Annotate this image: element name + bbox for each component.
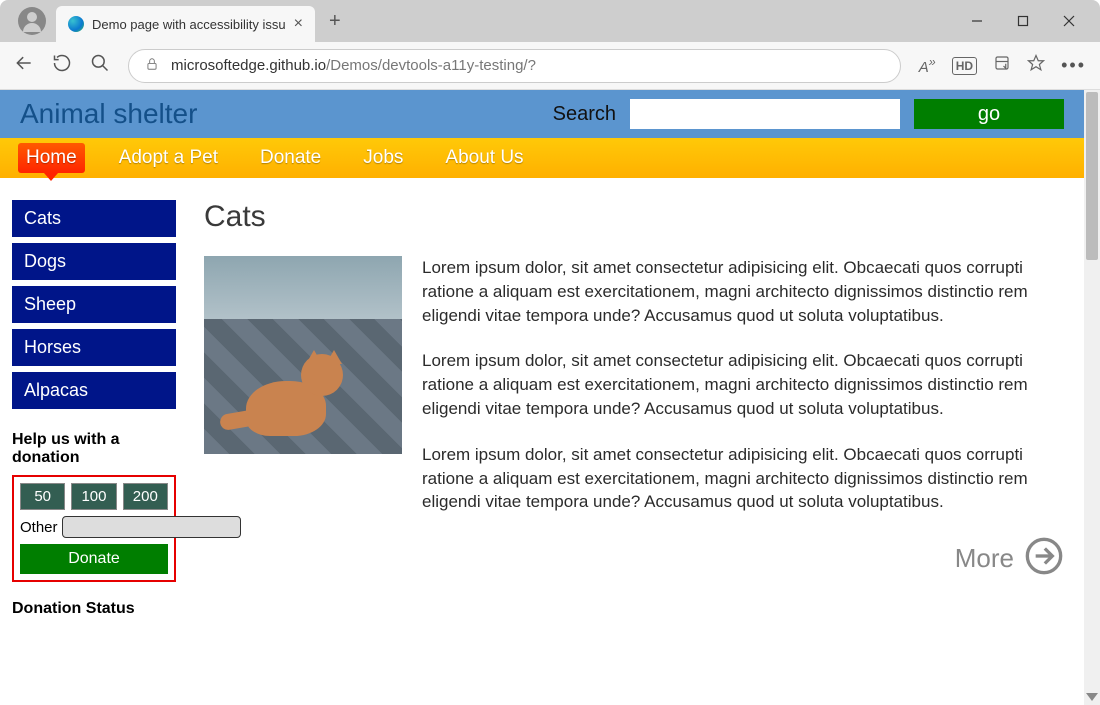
amount-200-button[interactable]: 200 xyxy=(123,483,168,510)
arrow-right-icon xyxy=(1024,536,1064,581)
amount-100-button[interactable]: 100 xyxy=(71,483,116,510)
site-header: Animal shelter Search go xyxy=(0,90,1084,138)
minimize-button[interactable] xyxy=(954,5,1000,37)
more-link[interactable]: More xyxy=(422,536,1064,581)
amount-50-button[interactable]: 50 xyxy=(20,483,65,510)
nav-donate[interactable]: Donate xyxy=(252,143,329,173)
sidebar-link-horses[interactable]: Horses xyxy=(12,329,176,366)
scrollbar[interactable] xyxy=(1084,90,1100,705)
tab-title: Demo page with accessibility issu xyxy=(92,17,286,32)
sidebar-link-sheep[interactable]: Sheep xyxy=(12,286,176,323)
address-bar[interactable]: microsoftedge.github.io/Demos/devtools-a… xyxy=(128,49,901,83)
nav-jobs[interactable]: Jobs xyxy=(355,143,411,173)
page-content: Animal shelter Search go Home Adopt a Pe… xyxy=(0,90,1084,618)
maximize-button[interactable] xyxy=(1000,5,1046,37)
donation-other-row: Other xyxy=(20,516,168,538)
nav-home[interactable]: Home xyxy=(18,143,85,173)
scrollbar-thumb[interactable] xyxy=(1086,92,1098,260)
sidebar-link-alpacas[interactable]: Alpacas xyxy=(12,372,176,409)
nav-about[interactable]: About Us xyxy=(437,143,531,173)
article-body: Lorem ipsum dolor, sit amet consectetur … xyxy=(204,256,1064,581)
search-button[interactable] xyxy=(90,53,110,78)
sidebar: Cats Dogs Sheep Horses Alpacas Help us w… xyxy=(12,200,176,618)
profile-icon[interactable] xyxy=(18,7,46,35)
new-tab-button[interactable]: + xyxy=(329,10,341,33)
donation-form: 50 100 200 Other Donate xyxy=(12,475,176,582)
other-label: Other xyxy=(20,519,58,536)
sidebar-link-cats[interactable]: Cats xyxy=(12,200,176,237)
site-title: Animal shelter xyxy=(20,98,197,130)
tab-close-button[interactable]: × xyxy=(294,15,303,33)
read-aloud-icon[interactable]: A» xyxy=(919,55,936,76)
search-label: Search xyxy=(553,103,616,126)
lock-icon xyxy=(145,57,171,75)
donation-heading: Help us with a donation xyxy=(12,431,176,467)
go-button[interactable]: go xyxy=(914,99,1064,129)
donation-status-heading: Donation Status xyxy=(12,600,176,618)
search-area: Search go xyxy=(553,99,1064,129)
url-host: microsoftedge.github.io xyxy=(171,57,326,74)
browser-tab[interactable]: Demo page with accessibility issu × xyxy=(56,6,315,42)
back-button[interactable] xyxy=(14,53,34,78)
title-bar: Demo page with accessibility issu × + xyxy=(0,0,1100,42)
toolbar: microsoftedge.github.io/Demos/devtools-a… xyxy=(0,42,1100,90)
favorite-icon[interactable] xyxy=(1027,54,1045,77)
more-label: More xyxy=(955,543,1014,574)
nav-adopt[interactable]: Adopt a Pet xyxy=(111,143,226,173)
browser-chrome: Demo page with accessibility issu × + mi… xyxy=(0,0,1100,90)
donation-amount-row: 50 100 200 xyxy=(20,483,168,510)
window-controls xyxy=(954,5,1092,37)
donate-button[interactable]: Donate xyxy=(20,544,168,574)
close-window-button[interactable] xyxy=(1046,5,1092,37)
scroll-down-icon[interactable] xyxy=(1086,691,1098,703)
settings-more-button[interactable]: ••• xyxy=(1061,55,1086,76)
content-area: Cats Dogs Sheep Horses Alpacas Help us w… xyxy=(0,178,1084,618)
article-heading: Cats xyxy=(204,200,1064,234)
refresh-button[interactable] xyxy=(52,53,72,78)
sidebar-link-dogs[interactable]: Dogs xyxy=(12,243,176,280)
main-article: Cats Lorem ipsum dolor, sit amet consect… xyxy=(204,200,1084,618)
paragraph-2: Lorem ipsum dolor, sit amet consectetur … xyxy=(422,349,1064,420)
paragraph-3: Lorem ipsum dolor, sit amet consectetur … xyxy=(422,443,1064,514)
paragraph-1: Lorem ipsum dolor, sit amet consectetur … xyxy=(422,256,1064,327)
cat-photo xyxy=(204,256,402,454)
hd-badge[interactable]: HD xyxy=(952,57,977,75)
toolbar-right-icons: A» HD ••• xyxy=(919,54,1086,77)
url-path: /Demos/devtools-a11y-testing/? xyxy=(326,57,536,74)
main-nav: Home Adopt a Pet Donate Jobs About Us xyxy=(0,138,1084,178)
collections-icon[interactable] xyxy=(993,54,1011,77)
article-paragraphs: Lorem ipsum dolor, sit amet consectetur … xyxy=(422,256,1064,581)
search-input[interactable] xyxy=(630,99,900,129)
page-viewport: Animal shelter Search go Home Adopt a Pe… xyxy=(0,90,1100,705)
edge-icon xyxy=(68,16,84,32)
